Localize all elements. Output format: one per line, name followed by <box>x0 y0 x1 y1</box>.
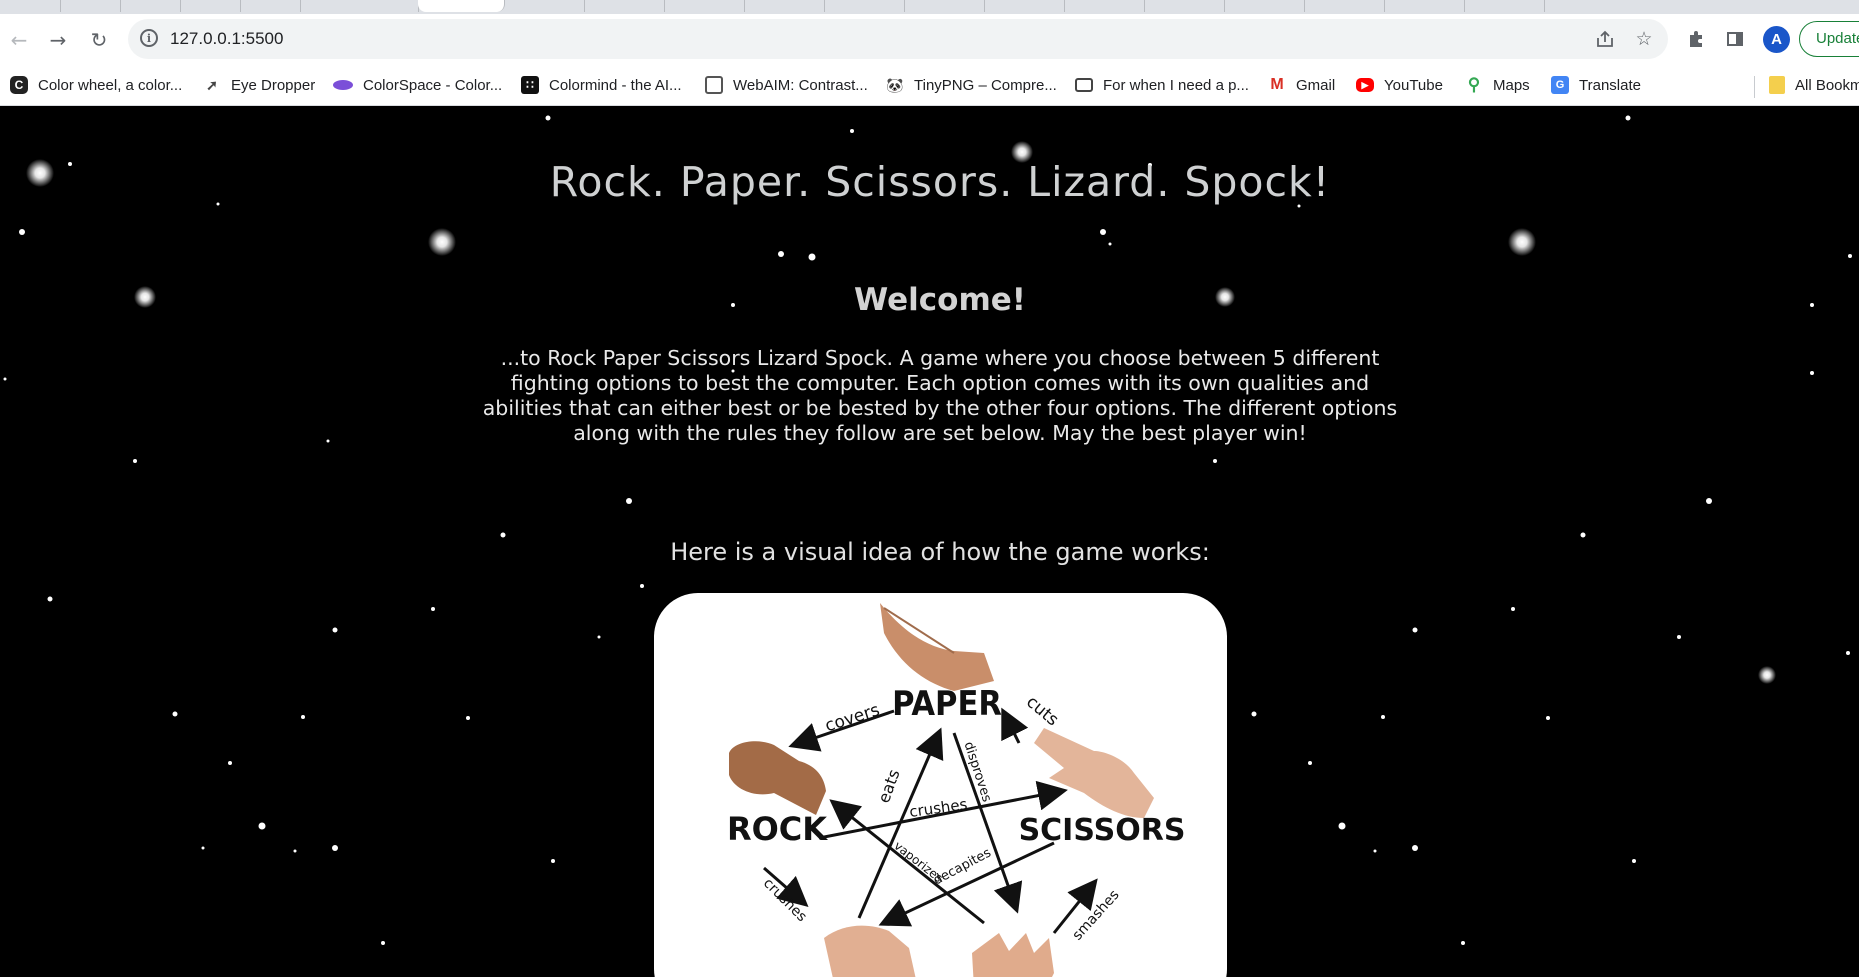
webaim-icon <box>705 76 723 94</box>
bookmark-translate[interactable]: G Translate <box>1551 74 1641 96</box>
welcome-heading: Welcome! <box>854 282 1026 318</box>
bookmark-label: Maps <box>1493 76 1530 94</box>
bookmark-label: For when I need a p... <box>1103 76 1249 94</box>
page-title: Rock. Paper. Scissors. Lizard. Spock! <box>549 158 1331 206</box>
tab[interactable] <box>300 0 419 12</box>
address-bar[interactable]: i 127.0.0.1:5500 ☆ <box>128 19 1668 59</box>
color-wheel-icon: C <box>10 76 28 94</box>
paper-label: PAPER <box>892 684 1002 724</box>
bookmark-youtube[interactable]: ▶ YouTube <box>1356 74 1443 96</box>
tinypng-icon: 🐼 <box>886 76 904 93</box>
image-icon <box>1075 78 1093 92</box>
tab[interactable] <box>1224 0 1305 12</box>
tab[interactable] <box>1064 0 1145 12</box>
tab[interactable] <box>240 0 301 12</box>
site-info-icon[interactable]: i <box>140 29 158 47</box>
maps-icon: ⚲ <box>1467 75 1481 94</box>
intro-paragraph: ...to Rock Paper Scissors Lizard Spock. … <box>482 346 1398 445</box>
smashes-label: smashes <box>1069 887 1122 943</box>
tab[interactable] <box>584 0 665 12</box>
colormind-icon: ∷ <box>521 76 539 94</box>
tab[interactable] <box>1384 0 1465 12</box>
profile-avatar[interactable]: A <box>1763 26 1790 53</box>
paper-hand-image <box>880 603 994 691</box>
folder-icon <box>1769 76 1785 94</box>
all-bookmarks[interactable]: All Bookmarks <box>1769 74 1859 96</box>
bookmark-color-wheel[interactable]: C Color wheel, a color... <box>10 74 182 96</box>
tab[interactable] <box>744 0 825 12</box>
spock-hand-image <box>972 933 1054 977</box>
bookmark-label: YouTube <box>1384 76 1443 94</box>
bookmark-label: Eye Dropper <box>231 76 316 94</box>
bookmark-label: All Bookmarks <box>1795 76 1859 94</box>
rules-diagram: PAPER ROCK SCISSORS covers cuts eats dis… <box>727 603 1186 977</box>
tab[interactable] <box>664 0 745 12</box>
side-panel-icon[interactable] <box>1722 26 1748 52</box>
covers-label: covers <box>823 700 883 736</box>
share-icon[interactable] <box>1593 27 1617 51</box>
tab-active[interactable] <box>418 0 505 12</box>
bookmark-label: Color wheel, a color... <box>38 76 183 94</box>
rock-label: ROCK <box>727 810 828 848</box>
bookmark-gmail[interactable]: M Gmail <box>1268 74 1335 96</box>
scissors-hand-image <box>1034 728 1154 818</box>
bookmark-label: TinyPNG – Compre... <box>914 76 1057 94</box>
bookmark-colorspace[interactable]: ColorSpace - Color... <box>333 74 502 96</box>
bookmark-label: Gmail <box>1296 76 1336 94</box>
bookmark-label: WebAIM: Contrast... <box>733 76 868 94</box>
eye-dropper-icon: ➚ <box>206 76 218 93</box>
url-text[interactable]: 127.0.0.1:5500 <box>170 29 283 49</box>
forward-icon[interactable]: → <box>44 26 72 54</box>
visual-heading: Here is a visual idea of how the game wo… <box>670 538 1210 566</box>
gmail-icon: M <box>1270 76 1284 93</box>
extensions-icon[interactable] <box>1683 26 1709 52</box>
back-icon[interactable]: ← <box>5 26 33 54</box>
tab[interactable] <box>904 0 985 12</box>
rock-hand-image <box>729 741 826 815</box>
bookmark-webaim[interactable]: WebAIM: Contrast... <box>705 74 868 96</box>
tab[interactable] <box>1464 0 1545 12</box>
scissors-label: SCISSORS <box>1019 813 1186 848</box>
update-button[interactable]: Update <box>1799 21 1859 57</box>
bookmarks-bar: C Color wheel, a color... ➚ Eye Dropper … <box>0 64 1859 106</box>
bookmark-label: Translate <box>1579 76 1641 94</box>
bookmark-eye-dropper[interactable]: ➚ Eye Dropper <box>203 74 315 96</box>
reload-icon[interactable]: ↻ <box>85 26 113 54</box>
page-body: Rock. Paper. Scissors. Lizard. Spock! We… <box>0 106 1859 977</box>
tab[interactable] <box>984 0 1065 12</box>
tab[interactable] <box>824 0 905 12</box>
colorspace-icon <box>333 80 353 90</box>
bookmark-star-icon[interactable]: ☆ <box>1632 27 1656 51</box>
bookmark-images[interactable]: For when I need a p... <box>1075 74 1249 96</box>
eats-label: eats <box>874 767 904 806</box>
tab[interactable] <box>0 0 61 12</box>
browser-toolbar: ← → ↻ i 127.0.0.1:5500 ☆ A Update <box>0 14 1859 64</box>
tab[interactable] <box>504 0 585 12</box>
tab[interactable] <box>60 0 121 12</box>
cuts-label: cuts <box>1022 692 1062 730</box>
tab-strip <box>0 0 1859 14</box>
bookmark-maps[interactable]: ⚲ Maps <box>1465 74 1530 96</box>
youtube-icon: ▶ <box>1356 78 1374 92</box>
tab[interactable] <box>180 0 241 12</box>
bookmark-label: ColorSpace - Color... <box>363 76 503 94</box>
translate-icon: G <box>1551 76 1569 94</box>
decapites-label: decapites <box>931 845 994 888</box>
rules-diagram-card: PAPER ROCK SCISSORS covers cuts eats dis… <box>654 593 1227 977</box>
bookmark-tinypng[interactable]: 🐼 TinyPNG – Compre... <box>886 74 1057 96</box>
tab[interactable] <box>1144 0 1225 12</box>
bookmark-colormind[interactable]: ∷ Colormind - the AI... <box>521 74 682 96</box>
tab[interactable] <box>120 0 181 12</box>
crushes-top-label: crushes <box>908 795 968 821</box>
bookmarks-separator <box>1754 76 1755 98</box>
lizard-hand-image <box>824 925 916 977</box>
bookmark-label: Colormind - the AI... <box>549 76 682 94</box>
tab[interactable] <box>1304 0 1385 12</box>
